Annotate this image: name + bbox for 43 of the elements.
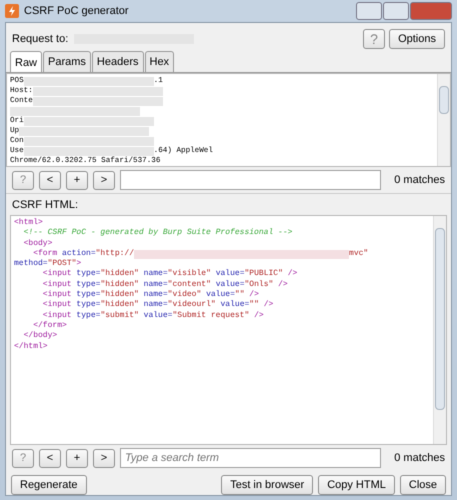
tab[interactable]: Headers xyxy=(92,51,144,72)
code-line: </body> xyxy=(22,331,58,342)
copy-html-button[interactable]: Copy HTML xyxy=(318,475,395,495)
code-line: <input type="hidden" name="video" value="" /> xyxy=(42,290,260,300)
scroll-bar[interactable] xyxy=(433,216,446,444)
code-text: <form xyxy=(32,248,58,259)
code-line: method="POST"> xyxy=(14,259,82,269)
maximize-button[interactable] xyxy=(383,2,409,20)
search-field[interactable] xyxy=(120,170,382,190)
code-line: <input type="hidden" name="content" value="Onls" /> xyxy=(42,280,289,290)
app-logo-icon xyxy=(5,4,19,18)
search-field[interactable]: Type a search term xyxy=(120,448,382,468)
section-label: CSRF HTML: xyxy=(11,198,79,213)
scroll-bar[interactable] xyxy=(437,74,450,166)
close-button[interactable]: Close xyxy=(400,475,446,495)
code-text: action= xyxy=(62,248,96,259)
code-text: "http:// xyxy=(96,248,134,260)
request-label: Request to: xyxy=(12,33,68,45)
code-line: <input type="submit" value="Submit request" /> xyxy=(42,310,265,321)
match-count: 0 matches xyxy=(393,174,445,186)
regenerate-button[interactable]: Regenerate xyxy=(11,475,86,495)
next-button[interactable]: > xyxy=(93,170,115,190)
match-count: 0 matches xyxy=(393,452,445,464)
add-button[interactable]: + xyxy=(66,170,88,190)
previous-button[interactable]: < xyxy=(39,170,61,190)
window-title: CSRF PoC generator xyxy=(24,5,130,17)
minimize-button[interactable] xyxy=(356,2,382,20)
code-line: <input type="hidden" name="videourl" value="" /> xyxy=(42,300,274,311)
code-text: mvc" xyxy=(349,248,368,260)
code-line: <body> xyxy=(22,238,54,249)
code-line: <!-- CSRF PoC - generated by Burp Suite Professional --> xyxy=(22,228,294,239)
tab[interactable]: Hex xyxy=(144,51,174,72)
tab[interactable]: Raw xyxy=(10,51,42,72)
options-button[interactable]: Options xyxy=(389,29,445,49)
test-in-browser-button[interactable]: Test in browser xyxy=(221,475,314,495)
add-button[interactable]: + xyxy=(66,448,88,468)
code-line: </html> xyxy=(14,342,49,352)
code-line: <html> xyxy=(14,218,44,228)
code-line: </form> xyxy=(32,320,68,331)
next-button[interactable]: > xyxy=(93,448,115,468)
tab[interactable]: Params xyxy=(43,51,91,72)
previous-button[interactable]: < xyxy=(39,448,61,468)
code-line: <input type="hidden" name="visible" value="PUBLIC" /> xyxy=(42,269,298,280)
